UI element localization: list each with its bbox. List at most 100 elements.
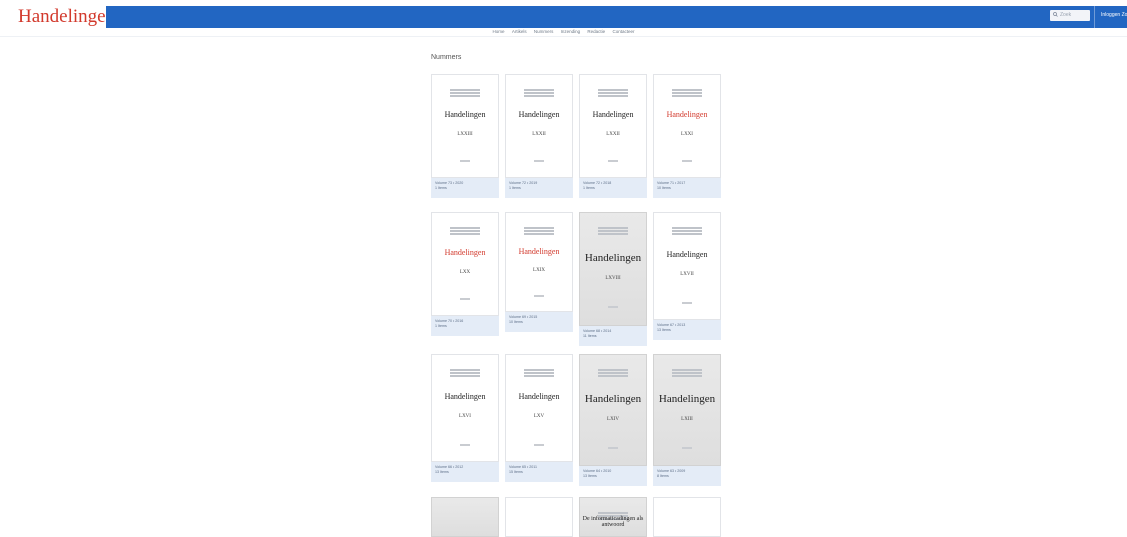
publisher-line xyxy=(671,92,703,94)
volume-year-line xyxy=(607,447,619,449)
volume-cover[interactable]: Handelingen LXVI xyxy=(431,354,499,462)
login-link[interactable]: Inloggen Zoek xyxy=(1094,6,1127,28)
publisher-line xyxy=(671,89,703,91)
main-nav: Home Artikels Nummers Inzending Redactie… xyxy=(0,29,1127,34)
volume-title: Handelingen xyxy=(584,393,642,405)
publisher-line xyxy=(523,233,555,235)
volume-number: LXVII xyxy=(680,272,694,277)
volume-meta: Volume 72 • 2019 1 Items xyxy=(505,178,573,198)
volume-cover[interactable]: Handelingen LXXII xyxy=(505,74,573,178)
publisher-line xyxy=(597,95,629,97)
nav-artikels[interactable]: Artikels xyxy=(512,29,527,34)
publisher-line xyxy=(597,512,629,514)
publisher-line xyxy=(523,230,555,232)
nav-inzending[interactable]: Inzending xyxy=(561,29,581,34)
volume-year-line xyxy=(459,444,471,446)
volume-meta: Volume 69 • 2015 10 Items xyxy=(505,312,573,332)
publisher-line xyxy=(523,227,555,229)
search-placeholder: Zoek xyxy=(1060,12,1072,18)
volume-year-line xyxy=(681,302,693,304)
volume-number: LXVI xyxy=(459,414,471,419)
volume-title: De informaticadingen als antwoord xyxy=(582,516,644,528)
volume-title: Handelingen xyxy=(666,250,708,259)
publisher-line xyxy=(449,92,481,94)
volume-item-count: 10 Items xyxy=(509,320,523,324)
volume-item-count: 13 Items xyxy=(657,328,671,332)
volume-cover[interactable]: Handelingen LXIX xyxy=(505,212,573,312)
volume-meta: Volume 67 • 2013 13 Items xyxy=(653,320,721,340)
nav-contacteer[interactable]: Contacteer xyxy=(612,29,634,34)
volume-item-count: 1 Items xyxy=(583,186,595,190)
volume-cover[interactable]: Handelingen LXXI xyxy=(653,74,721,178)
volume-number: LXXIII xyxy=(457,132,473,137)
volume-cover[interactable]: Handelingen LXXIII xyxy=(431,74,499,178)
publisher-line xyxy=(671,372,703,374)
volume-cover[interactable]: Handelingen LXXII xyxy=(579,74,647,178)
site-logo[interactable]: Handelingen xyxy=(18,6,115,28)
volume-number: LXIII xyxy=(681,417,693,422)
volume-title: Handelingen xyxy=(584,252,642,264)
volume-item-count: 1 Items xyxy=(435,324,447,328)
volume-item-count: 8 Items xyxy=(657,474,669,478)
volume-cover[interactable]: Handelingen LXIV xyxy=(579,354,647,466)
volume-title: Handelingen xyxy=(444,248,486,257)
volume-year-line xyxy=(681,447,693,449)
volume-year-line xyxy=(533,444,545,446)
volume-cover[interactable]: De informaticadingen als antwoord xyxy=(579,497,647,537)
publisher-line xyxy=(523,89,555,91)
volume-cover[interactable] xyxy=(505,497,573,537)
publisher-line xyxy=(449,227,481,229)
volume-cover[interactable]: Handelingen LXX xyxy=(431,212,499,316)
search-icon xyxy=(1053,12,1058,17)
top-bar: Zoek Inloggen Zoek xyxy=(106,6,1127,28)
publisher-line xyxy=(449,372,481,374)
volume-number: LXV xyxy=(533,414,545,419)
volume-cover[interactable]: Handelingen LXVIII xyxy=(579,212,647,326)
publisher-line xyxy=(597,233,629,235)
publisher-line xyxy=(597,375,629,377)
volume-cover[interactable] xyxy=(431,497,499,537)
publisher-line xyxy=(671,227,703,229)
volume-cover[interactable]: Handelingen LXV xyxy=(505,354,573,462)
publisher-line xyxy=(597,230,629,232)
publisher-line xyxy=(449,233,481,235)
volume-item-count: 13 Items xyxy=(583,474,597,478)
volume-title: Handelingen xyxy=(592,110,634,119)
volume-meta: Volume 71 • 2017 10 Items xyxy=(653,178,721,198)
volume-title: Handelingen xyxy=(444,110,486,119)
volume-meta: Volume 68 • 2014 11 Items xyxy=(579,326,647,346)
volume-item-count: 13 Items xyxy=(435,470,449,474)
volume-item-count: 15 Items xyxy=(509,470,523,474)
volume-title: Handelingen xyxy=(658,393,716,405)
nav-divider xyxy=(0,36,1127,37)
search-input[interactable]: Zoek xyxy=(1050,10,1090,21)
publisher-line xyxy=(597,372,629,374)
volume-item-count: 1 Items xyxy=(435,186,447,190)
publisher-line xyxy=(523,372,555,374)
publisher-line xyxy=(523,95,555,97)
volume-title: Handelingen xyxy=(666,110,708,119)
volume-meta: Volume 64 • 2010 13 Items xyxy=(579,466,647,486)
nav-home[interactable]: Home xyxy=(493,29,505,34)
publisher-line xyxy=(449,369,481,371)
nav-redactie[interactable]: Redactie xyxy=(587,29,605,34)
volume-year-line xyxy=(607,160,619,162)
publisher-line xyxy=(597,92,629,94)
volume-cover[interactable]: Handelingen LXVII xyxy=(653,212,721,320)
volume-title: Handelingen xyxy=(444,392,486,401)
volume-meta: Volume 70 • 2016 1 Items xyxy=(431,316,499,336)
volume-year-line xyxy=(533,295,545,297)
publisher-line xyxy=(671,230,703,232)
volume-title: Handelingen xyxy=(518,392,560,401)
volume-number: LXIX xyxy=(533,268,545,273)
publisher-line xyxy=(449,89,481,91)
volume-meta: Volume 72 • 2018 1 Items xyxy=(579,178,647,198)
volume-year-line xyxy=(459,160,471,162)
publisher-line xyxy=(449,230,481,232)
volume-year-line xyxy=(607,306,619,308)
volume-cover[interactable]: Handelingen LXIII xyxy=(653,354,721,466)
nav-nummers[interactable]: Nummers xyxy=(534,29,554,34)
volume-cover[interactable] xyxy=(653,497,721,537)
volume-year-line xyxy=(533,160,545,162)
volume-year-line xyxy=(681,160,693,162)
